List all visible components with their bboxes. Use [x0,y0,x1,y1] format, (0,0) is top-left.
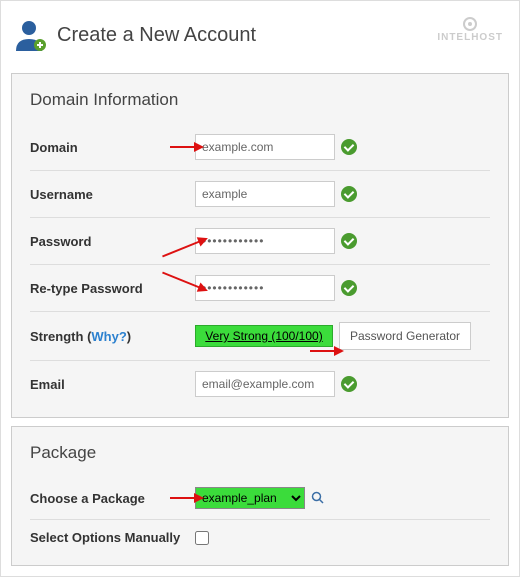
package-select[interactable]: example_plan [195,487,305,509]
valid-check-icon [341,376,357,392]
choose-package-row: Choose a Package example_plan [30,477,490,520]
email-input[interactable] [195,371,335,397]
brand-logo: INTELHOST [437,17,503,43]
email-row: Email [30,361,490,407]
username-label: Username [30,187,195,202]
why-link[interactable]: Why? [91,329,126,344]
annotation-arrow-icon [170,493,204,503]
valid-check-icon [341,233,357,249]
retype-password-row: Re-type Password [30,265,490,312]
valid-check-icon [341,280,357,296]
retype-password-input[interactable] [195,275,335,301]
user-plus-icon [13,17,49,53]
panel-title: Domain Information [30,90,490,110]
retype-label: Re-type Password [30,281,195,296]
package-panel: Package Choose a Package example_plan Se… [11,426,509,566]
email-label: Email [30,377,195,392]
domain-input[interactable] [195,134,335,160]
strength-row: Strength (Why?) Very Strong (100/100) Pa… [30,312,490,361]
valid-check-icon [341,139,357,155]
annotation-arrow-icon [170,142,204,152]
username-input[interactable] [195,181,335,207]
password-input[interactable] [195,228,335,254]
valid-check-icon [341,186,357,202]
manual-options-label: Select Options Manually [30,530,195,545]
panel-title: Package [30,443,490,463]
password-label: Password [30,234,195,249]
annotation-arrow-icon [310,346,344,356]
manual-options-checkbox[interactable] [195,531,209,545]
page-title: Create a New Account [57,24,256,47]
search-icon[interactable] [311,491,325,505]
domain-info-panel: Domain Information Domain Username Passw… [11,73,509,418]
password-generator-button[interactable]: Password Generator [339,322,471,350]
page-header: Create a New Account INTELHOST [11,11,509,65]
username-row: Username [30,171,490,218]
strength-label: Strength (Why?) [30,329,195,344]
domain-row: Domain [30,124,490,171]
strength-meter: Very Strong (100/100) [195,325,333,347]
password-row: Password [30,218,490,265]
manual-options-row: Select Options Manually [30,520,490,555]
